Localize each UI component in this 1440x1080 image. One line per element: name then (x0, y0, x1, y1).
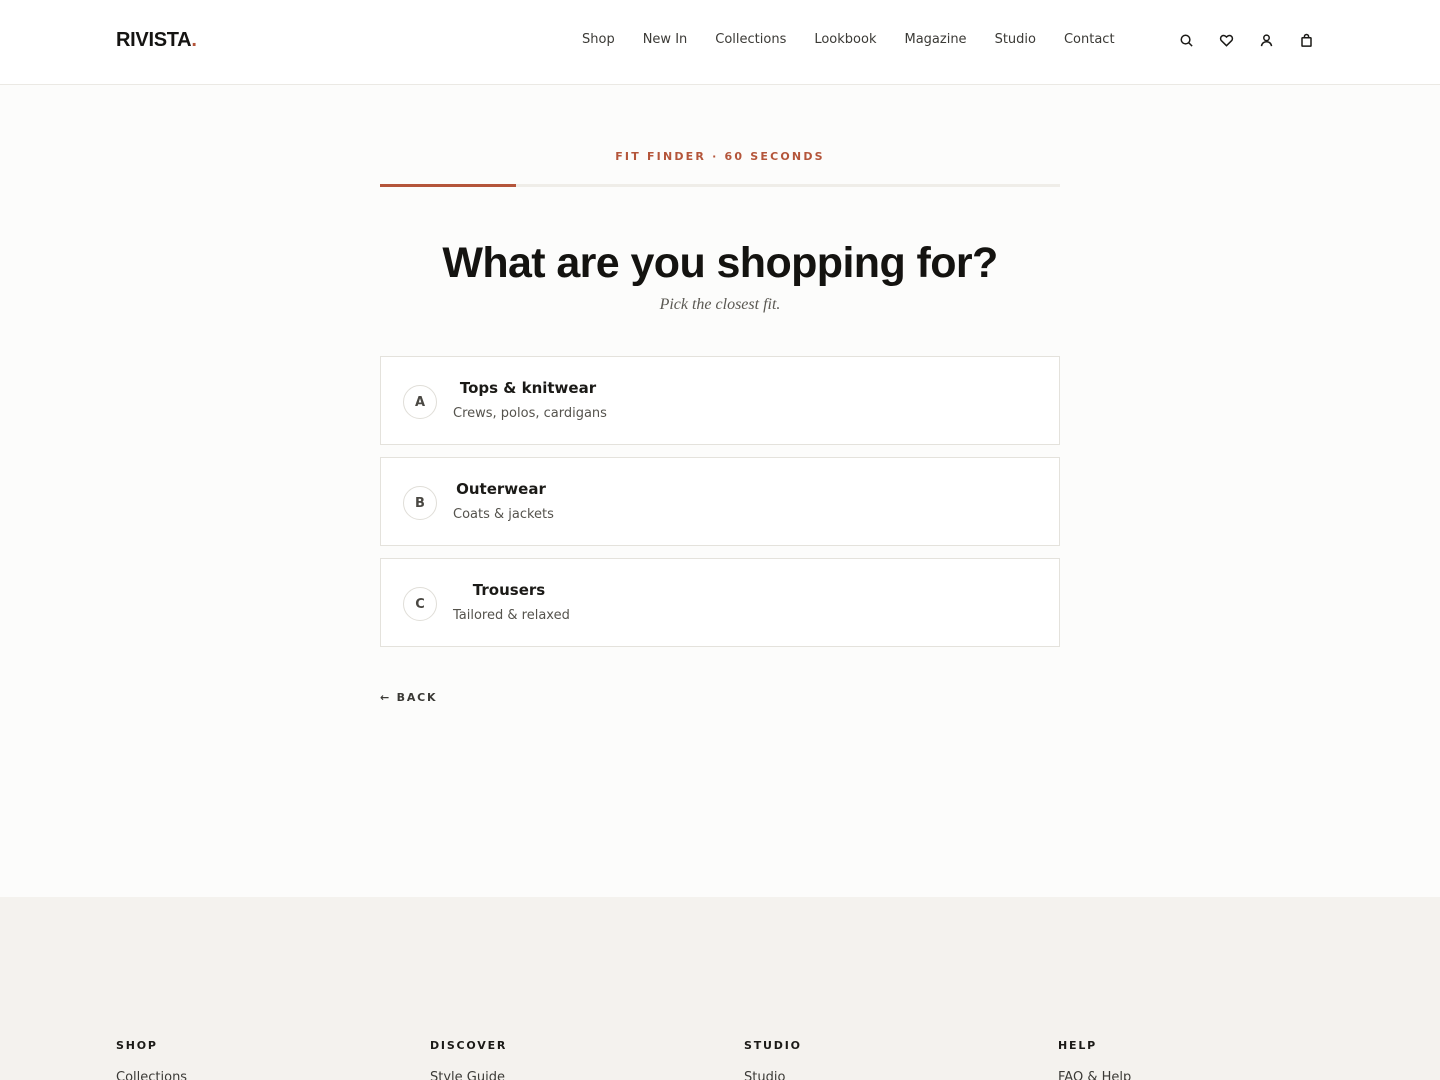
option-subtitle: Crews, polos, cardigans (453, 406, 607, 421)
heart-icon[interactable] (1216, 30, 1236, 50)
nav-collections[interactable]: Collections (715, 32, 786, 47)
quiz-options: A Tops & knitwear Crews, polos, cardigan… (380, 356, 1060, 647)
footer-col-help: HELP FAQ & Help (1058, 1039, 1131, 1080)
quiz-progress-bar (380, 184, 1060, 187)
brand-name: RIVISTA (116, 29, 192, 51)
footer-link[interactable]: FAQ & Help (1058, 1070, 1131, 1080)
option-subtitle: Tailored & relaxed (453, 608, 570, 623)
footer-link[interactable]: Style Guide (430, 1070, 507, 1080)
option-letter-badge: A (403, 385, 437, 419)
bag-icon[interactable] (1296, 30, 1316, 50)
nav-lookbook[interactable]: Lookbook (814, 32, 876, 47)
footer-link[interactable]: Collections (116, 1070, 187, 1080)
fit-finder-quiz: FIT FINDER · 60 SECONDS What are you sho… (380, 150, 1060, 705)
option-trousers[interactable]: C Trousers Tailored & relaxed (380, 558, 1060, 647)
footer-col-discover: DISCOVER Style Guide (430, 1039, 507, 1080)
option-subtitle: Coats & jackets (453, 507, 554, 522)
footer-link[interactable]: Studio (744, 1070, 802, 1080)
nav-studio[interactable]: Studio (995, 32, 1036, 47)
brand-logo[interactable]: RIVISTA. (116, 29, 197, 52)
footer-heading: DISCOVER (430, 1039, 508, 1052)
option-title: Outerwear (456, 480, 546, 498)
option-letter-badge: C (403, 587, 437, 621)
site-footer: SHOP Collections DISCOVER Style Guide ST… (0, 897, 1440, 1080)
option-tops-knitwear[interactable]: A Tops & knitwear Crews, polos, cardigan… (380, 356, 1060, 445)
nav-magazine[interactable]: Magazine (904, 32, 966, 47)
quiz-question: What are you shopping for? (442, 239, 998, 287)
option-title: Trousers (472, 581, 546, 599)
option-letter-badge: B (403, 486, 437, 520)
footer-heading: STUDIO (744, 1039, 802, 1052)
quiz-hint: Pick the closest fit. (659, 296, 781, 313)
search-icon[interactable] (1176, 30, 1196, 50)
quiz-progress-fill (380, 184, 516, 187)
option-title: Tops & knitwear (459, 379, 597, 397)
brand-dot: . (191, 29, 197, 51)
user-icon[interactable] (1256, 30, 1276, 50)
quiz-eyebrow: FIT FINDER · 60 SECONDS (615, 150, 825, 163)
main-nav: Shop New In Collections Lookbook Magazin… (568, 32, 1129, 47)
footer-heading: HELP (1058, 1039, 1097, 1052)
header-icons (1176, 30, 1316, 50)
site-header: RIVISTA. Shop New In Collections Lookboo… (0, 0, 1440, 85)
nav-new-in[interactable]: New In (643, 32, 688, 47)
footer-col-studio: STUDIO Studio (744, 1039, 802, 1080)
back-button[interactable]: ← BACK (380, 691, 437, 704)
footer-heading: SHOP (116, 1039, 158, 1052)
nav-shop[interactable]: Shop (582, 32, 615, 47)
option-outerwear[interactable]: B Outerwear Coats & jackets (380, 457, 1060, 546)
nav-contact[interactable]: Contact (1064, 32, 1115, 47)
footer-col-shop: SHOP Collections (116, 1039, 187, 1080)
